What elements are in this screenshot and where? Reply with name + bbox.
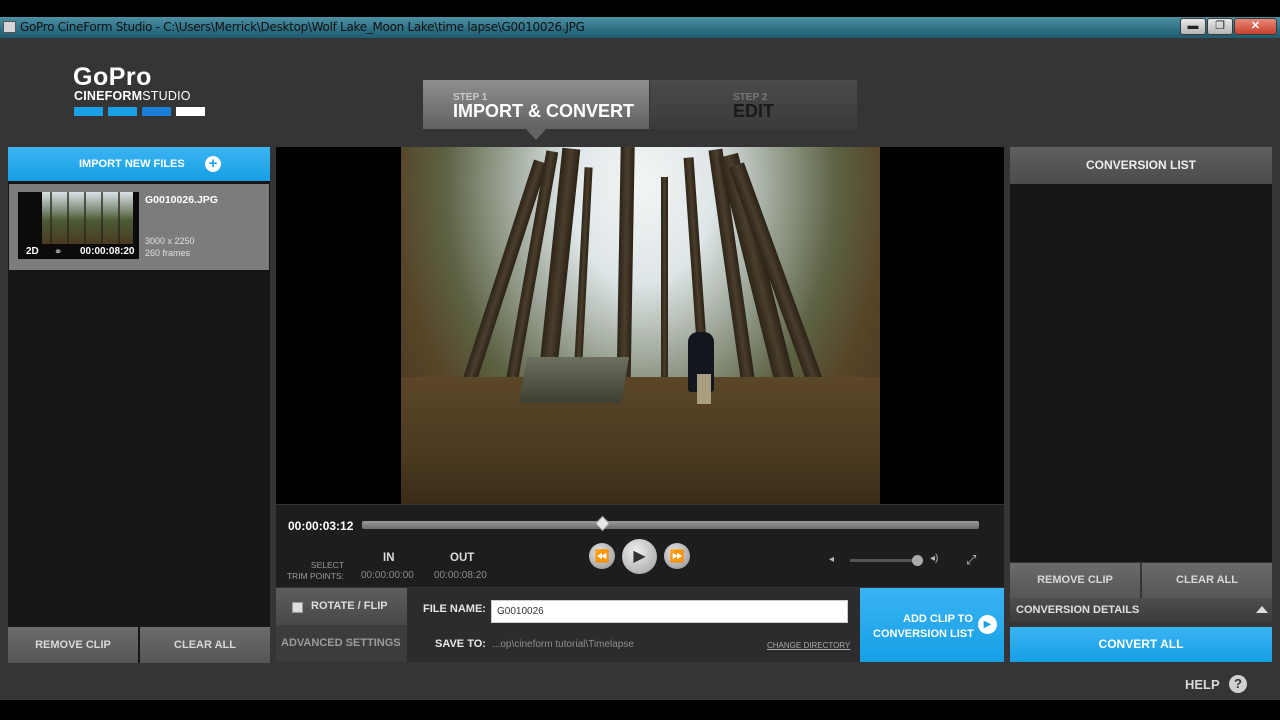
- app-icon: [3, 21, 16, 33]
- clip-frame-count: 260 frames: [145, 248, 191, 258]
- file-name-label: FILE NAME:: [423, 603, 486, 615]
- clip-filename: G0010026.JPG: [145, 194, 218, 206]
- volume-low-icon[interactable]: ◂: [829, 554, 834, 565]
- thumbnail-image: [42, 192, 133, 244]
- change-directory-link[interactable]: CHANGE DIRECTORY: [767, 641, 850, 650]
- advanced-settings-label: ADVANCED SETTINGS: [281, 637, 401, 649]
- volume-high-icon[interactable]: ◂): [930, 553, 938, 564]
- file-name-input[interactable]: G0010026: [491, 600, 848, 623]
- volume-knob[interactable]: [912, 555, 923, 566]
- caret-up-icon: [1256, 606, 1268, 613]
- import-label: IMPORT NEW FILES: [79, 158, 185, 170]
- clip-duration: 00:00:08:20: [80, 246, 135, 257]
- rewind-icon[interactable]: ⏪: [589, 543, 615, 569]
- step-name: EDIT: [733, 101, 775, 121]
- logo-bar-2: [108, 107, 137, 116]
- rotate-flip-label: ROTATE / FLIP: [311, 600, 388, 612]
- save-to-label: SAVE TO:: [435, 638, 486, 650]
- logo-bar-4: [176, 107, 205, 116]
- save-path: ...op\cineform tutorial\Timelapse: [492, 639, 634, 650]
- clip-resolution: 3000 x 2250: [145, 236, 195, 246]
- scrub-bar[interactable]: [362, 521, 979, 529]
- fullscreen-icon[interactable]: ⤢: [966, 552, 976, 568]
- close-button[interactable]: ✕: [1234, 18, 1277, 35]
- link-icon: ⚭: [54, 247, 63, 258]
- clip-thumbnail: 2D ⚭ 00:00:08:20: [18, 192, 139, 259]
- in-timecode[interactable]: 00:00:00:00: [361, 570, 414, 581]
- minimize-button[interactable]: ▬: [1180, 18, 1206, 35]
- arrow-circle-icon: ▶: [978, 615, 997, 634]
- select-trim-label-1: SELECT: [310, 560, 344, 570]
- out-label: OUT: [450, 552, 475, 564]
- volume-slider[interactable]: [850, 559, 920, 562]
- clear-all-button[interactable]: CLEAR ALL: [140, 627, 270, 663]
- out-timecode[interactable]: 00:00:08:20: [434, 570, 487, 581]
- tab-step-import-convert[interactable]: STEP 1 IMPORT & CONVERT: [423, 80, 649, 129]
- remove-clip-button[interactable]: REMOVE CLIP: [1010, 563, 1140, 598]
- remove-clip-button[interactable]: REMOVE CLIP: [8, 627, 138, 663]
- clip-list-item[interactable]: 2D ⚭ 00:00:08:20 G0010026.JPG 3000 x 225…: [9, 184, 269, 270]
- tab-step-edit[interactable]: STEP 2 EDIT: [650, 80, 857, 129]
- conversion-details-label: CONVERSION DETAILS: [1016, 604, 1140, 616]
- active-step-pointer: [526, 129, 546, 140]
- in-label: IN: [383, 552, 395, 564]
- play-icon[interactable]: ▶: [622, 539, 657, 574]
- add-clip-to-conversion-list-button[interactable]: ADD CLIP TO CONVERSION LIST ▶: [860, 588, 1004, 662]
- 2d-badge: 2D: [26, 246, 39, 257]
- video-preview-frame: [401, 147, 880, 504]
- step-name: IMPORT & CONVERT: [453, 101, 635, 121]
- advanced-settings-button[interactable]: ADVANCED SETTINGS: [276, 625, 407, 662]
- logo-bar-3: [142, 107, 171, 116]
- fast-forward-icon[interactable]: ⏩: [664, 543, 690, 569]
- import-new-files-button[interactable]: IMPORT NEW FILES +: [8, 147, 270, 181]
- window-titlebar: GoPro CineForm Studio - C:\Users\Merrick…: [0, 17, 1280, 38]
- rotate-flip-checkbox[interactable]: [292, 602, 303, 613]
- clear-all-button[interactable]: CLEAR ALL: [1142, 563, 1272, 598]
- help-link[interactable]: HELP: [1185, 677, 1220, 692]
- cineform-studio-logo: CINEFORMSTUDIO: [74, 89, 191, 103]
- help-icon[interactable]: ?: [1229, 675, 1247, 693]
- conversion-details-toggle[interactable]: CONVERSION DETAILS: [1010, 598, 1272, 622]
- conversion-list-panel: [1010, 147, 1272, 562]
- rotate-flip-toggle[interactable]: ROTATE / FLIP: [276, 588, 407, 625]
- window-title: GoPro CineForm Studio - C:\Users\Merrick…: [20, 20, 585, 34]
- plus-circle-icon: +: [205, 156, 221, 172]
- logo-bar-1: [74, 107, 103, 116]
- add-clip-label-2: CONVERSION LIST: [873, 628, 974, 640]
- gopro-logo: GoPro: [73, 63, 152, 91]
- add-clip-label-1: ADD CLIP TO: [903, 613, 973, 625]
- conversion-list-header: CONVERSION LIST: [1010, 147, 1272, 184]
- current-timecode: 00:00:03:12: [288, 519, 354, 533]
- maximize-button[interactable]: ❐: [1207, 18, 1233, 35]
- convert-all-button[interactable]: CONVERT ALL: [1010, 627, 1272, 662]
- select-trim-label-2: TRIM POINTS:: [286, 571, 344, 581]
